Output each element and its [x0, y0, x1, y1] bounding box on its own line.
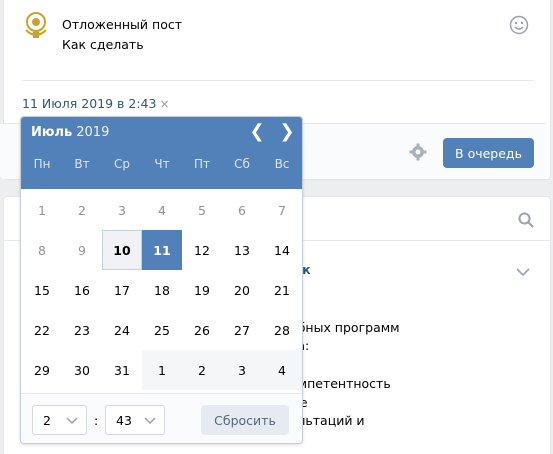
emoji-icon[interactable] — [509, 15, 529, 35]
calendar-day[interactable]: 9 — [62, 230, 102, 270]
calendar-month: Июль — [31, 125, 73, 140]
background-text: ебных программ — [290, 320, 400, 335]
prev-month-button[interactable]: ❮ — [248, 123, 266, 141]
gear-icon[interactable] — [409, 143, 427, 161]
calendar-day[interactable]: 28 — [262, 310, 302, 350]
calendar-day[interactable]: 8 — [22, 230, 62, 270]
calendar-footer: 2 : 43 Сбросить — [21, 393, 302, 443]
calendar-day[interactable]: 27 — [222, 310, 262, 350]
calendar-day[interactable]: 25 — [142, 310, 182, 350]
calendar-day[interactable]: 14 — [262, 230, 302, 270]
calendar-year: 2019 — [76, 125, 110, 140]
calendar-header: Июль 2019 ❮ ❯ Пн Вт Ср Чт Пт Сб Вс — [21, 117, 302, 189]
chevron-down-icon — [144, 417, 156, 425]
calendar-day[interactable]: 7 — [262, 190, 302, 230]
divider — [22, 80, 533, 81]
minute-select[interactable]: 43 — [105, 405, 165, 435]
weekday-label: Пт — [193, 157, 210, 171]
search-icon[interactable] — [518, 212, 534, 228]
weekday-label: Вт — [74, 157, 90, 171]
calendar-grid: 1 2 3 4 5 6 7 8 9 10 11 12 13 14 15 16 17 18 19 20 21 22 23 24 2… — [22, 190, 302, 390]
calendar-day[interactable]: 23 — [62, 310, 102, 350]
calendar-week-row: 22 23 24 25 26 27 28 — [22, 310, 302, 350]
calendar-day[interactable]: 17 — [102, 270, 142, 310]
weekday-label: Ср — [114, 157, 130, 171]
calendar-week-row: 1234567 — [22, 190, 302, 230]
weekday-label: Пн — [33, 157, 51, 171]
date-picker: Июль 2019 ❮ ❯ Пн Вт Ср Чт Пт Сб Вс 123456… — [20, 116, 303, 444]
calendar-day[interactable]: 22 — [22, 310, 62, 350]
calendar-day[interactable]: 3 — [222, 350, 262, 390]
calendar-week-row: 8 9 10 11 12 13 14 — [22, 230, 302, 270]
clear-date-icon[interactable]: × — [159, 97, 169, 111]
calendar-day[interactable]: 15 — [22, 270, 62, 310]
calendar-day[interactable]: 2 — [62, 190, 102, 230]
weekday-row: Пн Вт Ср Чт Пт Сб Вс — [22, 157, 302, 171]
calendar-day[interactable]: 19 — [182, 270, 222, 310]
calendar-day[interactable]: 16 — [62, 270, 102, 310]
reset-button[interactable]: Сбросить — [201, 405, 289, 435]
weekday-label: Вс — [274, 157, 290, 171]
calendar-day[interactable]: 21 — [262, 270, 302, 310]
scheduled-date-label[interactable]: 11 Июля 2019 в 2:43 — [22, 96, 156, 111]
emblem-avatar-icon — [25, 12, 47, 38]
calendar-month-title: Июль 2019 — [31, 125, 109, 140]
time-separator: : — [94, 413, 99, 428]
calendar-day[interactable]: 10 — [102, 230, 142, 270]
weekday-label: Сб — [234, 157, 250, 171]
calendar-day[interactable]: 29 — [22, 350, 62, 390]
post-title: Отложенный пост — [62, 17, 182, 32]
next-month-button[interactable]: ❯ — [278, 123, 296, 141]
post-text[interactable]: Как сделать — [62, 37, 144, 52]
minute-value: 43 — [116, 412, 132, 428]
calendar-day[interactable]: 6 — [222, 190, 262, 230]
calendar-day[interactable]: 26 — [182, 310, 222, 350]
calendar-day[interactable]: 1 — [142, 350, 182, 390]
calendar-day[interactable]: 4 — [142, 190, 182, 230]
background-text: омпетентность — [290, 376, 391, 391]
weekday-label: Чт — [154, 157, 170, 171]
chevron-down-icon — [66, 417, 78, 425]
calendar-day[interactable]: 31 — [102, 350, 142, 390]
calendar-day[interactable]: 4 — [262, 350, 302, 390]
hour-select[interactable]: 2 — [32, 405, 87, 435]
calendar-day[interactable]: 24 — [102, 310, 142, 350]
scheduled-date[interactable]: 11 Июля 2019 в 2:43 × — [22, 96, 170, 111]
chevron-down-icon[interactable] — [516, 267, 530, 277]
hour-value: 2 — [43, 412, 51, 428]
calendar-day[interactable]: 30 — [62, 350, 102, 390]
calendar-day[interactable]: 18 — [142, 270, 182, 310]
calendar-day[interactable]: 12 — [182, 230, 222, 270]
calendar-day[interactable]: 20 — [222, 270, 262, 310]
calendar-day[interactable]: 11 — [142, 230, 182, 270]
queue-button[interactable]: В очередь — [443, 138, 534, 168]
calendar-day[interactable]: 2 — [182, 350, 222, 390]
calendar-week-row: 15 16 17 18 19 20 21 — [22, 270, 302, 310]
calendar-day[interactable]: 13 — [222, 230, 262, 270]
calendar-week-row: 29 30 31 1 2 3 4 — [22, 350, 302, 390]
calendar-day[interactable]: 3 — [102, 190, 142, 230]
calendar-day[interactable]: 5 — [182, 190, 222, 230]
calendar-day[interactable]: 1 — [22, 190, 62, 230]
